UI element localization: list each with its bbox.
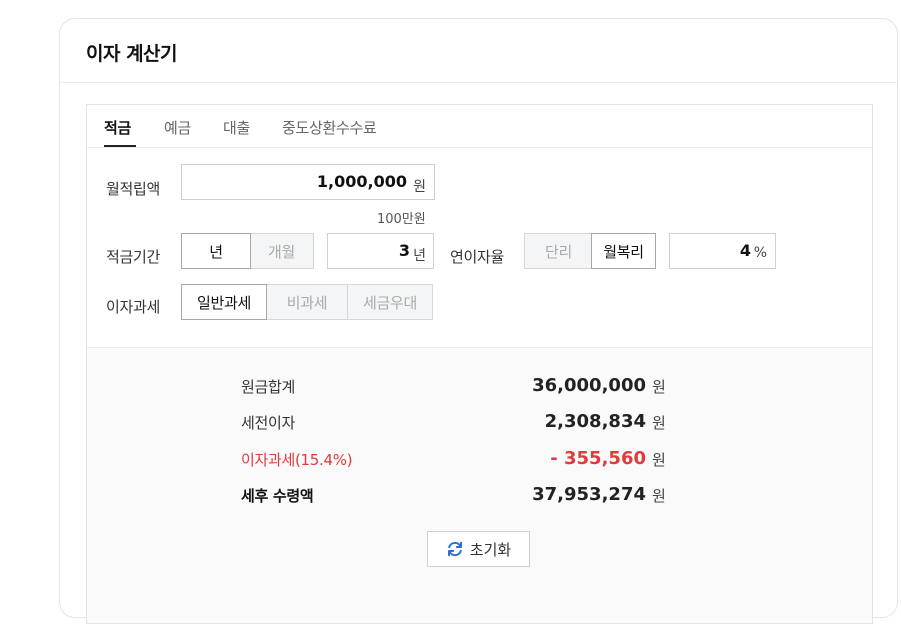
rate-input[interactable]: 4 % bbox=[669, 233, 776, 269]
monthly-deposit-value: 1,000,000 bbox=[316, 172, 407, 191]
result-unit-principal: 원 bbox=[652, 378, 666, 396]
tab-prepayment-fee[interactable]: 중도상환수수료 bbox=[282, 117, 377, 138]
period-unit: 년 bbox=[413, 248, 426, 264]
tax-label: 이자과세 bbox=[106, 298, 161, 316]
rate-type-monthly-compound[interactable]: 월복리 bbox=[591, 233, 656, 269]
period-value: 3 bbox=[398, 241, 410, 260]
monthly-deposit-input[interactable]: 1,000,000 원 bbox=[181, 164, 435, 200]
period-label: 적금기간 bbox=[106, 248, 161, 266]
monthly-deposit-label: 월적립액 bbox=[106, 180, 161, 198]
tab-loan[interactable]: 대출 bbox=[223, 117, 250, 138]
tax-option-general[interactable]: 일반과세 bbox=[181, 284, 267, 320]
result-unit-after-tax: 원 bbox=[652, 487, 666, 505]
interest-calculator-card: 이자 계산기 적금 예금 대출 중도상환수수료 월적립액 1,000,000 원… bbox=[59, 18, 898, 624]
rate-value: 4 bbox=[739, 241, 751, 260]
tab-bar: 적금 예금 대출 중도상환수수료 bbox=[87, 105, 872, 148]
rate-unit: % bbox=[753, 245, 767, 261]
result-label-interest-tax: 이자과세(15.4%) bbox=[241, 451, 353, 469]
result-value-principal: 36,000,000 bbox=[532, 375, 646, 396]
result-label-pretax-interest: 세전이자 bbox=[241, 414, 296, 432]
result-value-interest-tax: - 355,560 bbox=[550, 448, 646, 469]
calculator-panel: 적금 예금 대출 중도상환수수료 월적립액 1,000,000 원 100만원 … bbox=[86, 104, 873, 624]
monthly-deposit-hint: 100만원 bbox=[377, 212, 426, 227]
card-divider bbox=[60, 82, 897, 83]
result-value-pretax-interest: 2,308,834 bbox=[544, 411, 646, 432]
tab-savings[interactable]: 적금 bbox=[104, 117, 131, 138]
period-input[interactable]: 3 년 bbox=[327, 233, 434, 269]
tax-option-exempt[interactable]: 비과세 bbox=[265, 284, 349, 320]
result-label-after-tax: 세후 수령액 bbox=[241, 487, 314, 505]
tax-option-preferential[interactable]: 세금우대 bbox=[347, 284, 433, 320]
period-unit-year[interactable]: 년 bbox=[181, 233, 251, 269]
result-unit-pretax-interest: 원 bbox=[652, 414, 666, 432]
rate-label: 연이자율 bbox=[450, 248, 505, 266]
reset-button[interactable]: 초기화 bbox=[427, 531, 530, 567]
reset-button-label: 초기화 bbox=[469, 540, 512, 559]
result-unit-interest-tax: 원 bbox=[652, 451, 666, 469]
tab-deposit[interactable]: 예금 bbox=[164, 117, 191, 138]
active-tab-indicator bbox=[104, 145, 136, 147]
result-value-after-tax: 37,953,274 bbox=[532, 484, 646, 505]
result-label-principal: 원금합계 bbox=[241, 378, 296, 396]
period-unit-month[interactable]: 개월 bbox=[249, 233, 314, 269]
monthly-deposit-unit: 원 bbox=[413, 179, 426, 195]
refresh-icon bbox=[446, 540, 464, 558]
card-title: 이자 계산기 bbox=[86, 43, 178, 65]
rate-type-simple[interactable]: 단리 bbox=[524, 233, 593, 269]
result-section: 원금합계 36,000,000 원 세전이자 2,308,834 원 이자과세(… bbox=[87, 347, 872, 623]
